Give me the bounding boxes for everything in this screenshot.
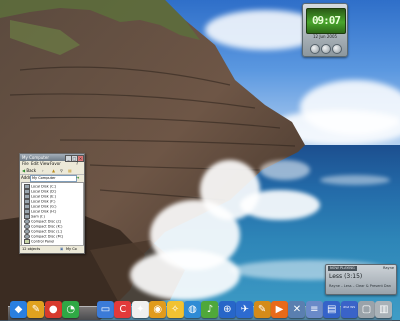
status-count: 12 objects <box>22 247 41 251</box>
satellite-icon[interactable]: ✈ <box>236 301 254 318</box>
tools-icon[interactable]: ✕ <box>288 301 306 318</box>
clock-icon-glyph: ◔ <box>66 304 76 315</box>
my-computer-window[interactable]: My Computer _ □ × File Edit View Favor ?… <box>19 153 85 254</box>
disk-icon[interactable]: ▢ <box>358 301 375 318</box>
dock: ◆ ✎ ● ◔ ▭ C ✦ ◉ ✧ ◍ ♪ ⊕ ✈ ✎ ▶ ✕ ≡ ▤ iPod WS ▢ ▥ <box>8 300 393 321</box>
drive-label: Local Disk (G:) <box>31 204 57 209</box>
monitor-icon-glyph: ▭ <box>100 304 111 315</box>
music-icon-glyph: ♪ <box>206 304 214 315</box>
pen-tool-icon-glyph: ✎ <box>31 304 41 315</box>
drive-label: Local Disk (F:) <box>31 199 56 204</box>
burn-cd-icon-glyph: ◉ <box>153 304 163 315</box>
computer-icon: ▣ <box>60 247 64 251</box>
rocket-icon-glyph: ✦ <box>136 304 145 315</box>
storage-icon-glyph: ▤ <box>326 304 337 315</box>
rocket-icon[interactable]: ✦ <box>131 301 149 318</box>
trash-icon-glyph: ▥ <box>379 304 389 315</box>
now-playing-widget[interactable]: NOW PLAYING Rayne Less (3:15) Rayne – Le… <box>325 264 397 295</box>
address-input[interactable]: My Computer <box>30 175 77 182</box>
drive-list: Local Disk (C:) Local Disk (D:) Local Di… <box>21 182 84 246</box>
media-icon[interactable]: ▶ <box>271 301 288 318</box>
artist-label: Rayne <box>383 266 394 270</box>
control-panel-icon <box>24 239 30 244</box>
wave-foam <box>240 190 320 220</box>
search-icon[interactable]: ⚲ <box>60 167 63 174</box>
pencil-icon[interactable]: ✎ <box>253 301 271 318</box>
drive-label: Compact Disc (M:) <box>31 234 64 239</box>
notes-icon[interactable]: ≡ <box>305 301 323 318</box>
drive-label: Compact Disc (L:) <box>31 229 63 234</box>
status-bar: 12 objects ▣ My Co <box>20 245 84 253</box>
now-playing-badge: NOW PLAYING <box>328 266 357 271</box>
monitor-icon[interactable]: ▭ <box>97 301 114 318</box>
track-title: Less (3:15) <box>329 273 363 280</box>
wave-foam <box>320 175 390 185</box>
go-button[interactable]: ➜ <box>76 174 79 181</box>
tools-icon-glyph: ✕ <box>292 304 302 315</box>
wave-foam <box>260 160 310 180</box>
up-folder-icon[interactable]: ▲ <box>52 167 55 174</box>
world-icon-glyph: ⊕ <box>223 304 232 315</box>
red-c-icon-glyph: C <box>119 304 127 315</box>
drive-label: Compact Disc (J:) <box>31 219 62 224</box>
back-button[interactable]: ◀ Back <box>22 167 36 174</box>
back-arrow-icon: ◀ <box>22 168 26 173</box>
window-titlebar[interactable]: My Computer _ □ × <box>20 154 84 162</box>
clock-button-left[interactable] <box>310 44 320 54</box>
wave-foam <box>130 250 240 300</box>
ipod-label: iPod WS <box>343 305 356 309</box>
clock-date: 12 Jun 2005 <box>312 34 338 39</box>
media-icon-glyph: ▶ <box>275 304 284 315</box>
fire-icon[interactable]: ● <box>44 301 62 318</box>
address-bar: Address My Computer ➜ <box>20 174 84 182</box>
satellite-icon-glyph: ✈ <box>240 304 249 315</box>
back-label: Back <box>26 168 37 173</box>
status-location: My Co <box>66 247 77 251</box>
fire-icon-glyph: ● <box>48 304 58 315</box>
clock-time: 09:07 <box>306 8 346 34</box>
pencil-icon-glyph: ✎ <box>257 304 267 315</box>
clock-button-mid[interactable] <box>321 44 331 54</box>
globe-icon-glyph: ◍ <box>188 304 197 315</box>
finder-icon-glyph: ◆ <box>14 304 23 315</box>
disk-icon-glyph: ▢ <box>361 304 372 315</box>
drive-label: Compact Disc (K:) <box>31 224 63 229</box>
track-info: Rayne – Less – Clear & Present Danger <box>329 284 391 288</box>
burn-cd-icon[interactable]: ◉ <box>149 301 167 318</box>
blank-icon-glyph <box>80 301 97 318</box>
drive-label: Local Disk (H:) <box>31 209 57 214</box>
window-title: My Computer <box>22 155 49 160</box>
pen-tool-icon[interactable]: ✎ <box>27 301 45 318</box>
music-icon[interactable]: ♪ <box>201 301 219 318</box>
runner-icon-glyph: ✧ <box>170 304 180 315</box>
drive-label: Control Panel <box>31 239 55 244</box>
trash-icon[interactable]: ▥ <box>375 301 393 318</box>
clock-widget[interactable]: 09:07 12 Jun 2005 <box>302 3 348 57</box>
clock-button-right[interactable] <box>332 44 342 54</box>
folders-icon[interactable]: ▦ <box>68 167 72 174</box>
drive-label: Local Disk (E:) <box>31 194 56 199</box>
world-icon[interactable]: ⊕ <box>218 301 236 318</box>
clock-icon[interactable]: ◔ <box>62 301 80 318</box>
red-c-icon[interactable]: C <box>114 301 132 318</box>
drive-label: Local Disk (C:) <box>31 184 57 189</box>
globe-icon[interactable]: ◍ <box>184 301 201 318</box>
runner-icon[interactable]: ✧ <box>166 301 184 318</box>
ipod-icon-glyph <box>341 301 358 318</box>
forward-button[interactable]: › <box>42 167 44 174</box>
notes-icon-glyph: ≡ <box>310 304 319 315</box>
finder-icon[interactable]: ◆ <box>10 301 27 318</box>
list-item[interactable]: Control Panel <box>24 239 54 244</box>
ipod-icon[interactable]: iPod WS <box>340 301 358 318</box>
storage-icon[interactable]: ▤ <box>323 301 341 318</box>
drive-label: Sam (I:) <box>31 214 45 219</box>
drive-label: Local Disk (D:) <box>31 189 57 194</box>
blank-icon[interactable] <box>80 301 97 318</box>
